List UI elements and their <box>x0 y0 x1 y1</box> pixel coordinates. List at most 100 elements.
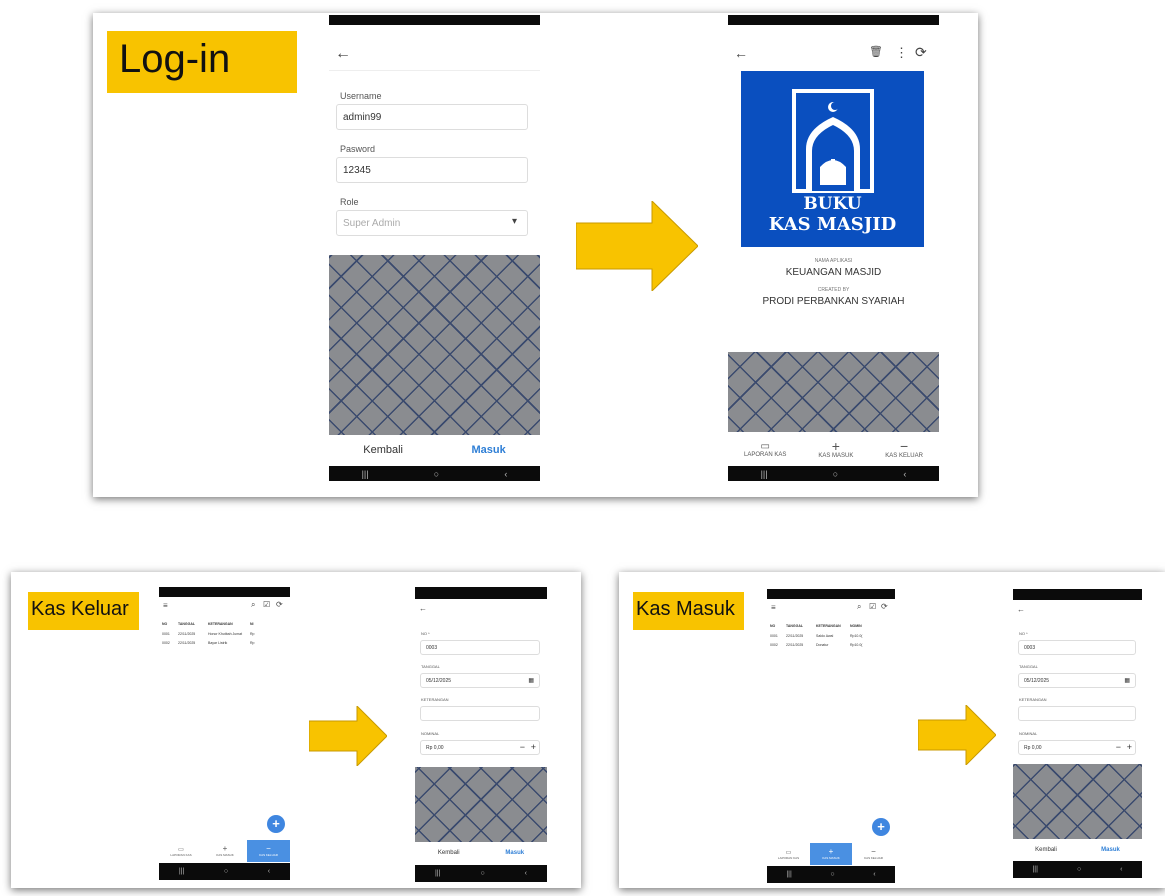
add-fab-button[interactable]: + <box>872 818 890 836</box>
add-fab-button[interactable]: + <box>267 815 285 833</box>
table-row[interactable]: 0002 22/11/2025 Donatur Rp10.0( <box>769 639 867 648</box>
tab-kas-masuk[interactable]: + KAS MASUK <box>818 439 853 459</box>
home-icon[interactable]: ○ <box>434 469 439 479</box>
minus-icon: − <box>266 844 271 853</box>
refresh-icon[interactable]: ⟳ <box>915 44 927 61</box>
tanggal-field[interactable]: 05/12/2025 ▦ <box>1018 673 1136 688</box>
search-icon[interactable]: ⌕ <box>251 600 255 610</box>
no-value: 0003 <box>426 645 438 651</box>
bottom-tab-bar: ▭ LAPORAN KAS + KAS MASUK − KAS KELUAR <box>767 843 895 865</box>
tab-kas-keluar[interactable]: − KAS KELUAR <box>247 840 290 862</box>
table-cell: 22/11/2025 <box>178 641 196 645</box>
divider <box>329 70 540 71</box>
android-nav-bar: ||| ○ ‹ <box>767 866 895 883</box>
table-row[interactable]: 0002 22/11/2025 Bayar Listrik Rp <box>161 637 261 646</box>
back-arrow-icon[interactable]: ← <box>419 604 427 613</box>
tanggal-value: 05/12/2025 <box>426 678 452 684</box>
nav-back-icon[interactable]: ‹ <box>873 871 875 878</box>
minus-icon[interactable]: − <box>520 742 525 752</box>
home-icon[interactable]: ○ <box>224 868 228 875</box>
back-arrow-icon[interactable]: ← <box>734 45 748 61</box>
table-row[interactable]: 0001 22/11/2025 Saldo Awal Rp10.0( <box>769 629 867 639</box>
tab-laporan-kas[interactable]: ▭ LAPORAN KAS <box>744 441 786 458</box>
trash-icon[interactable]: 🗑 <box>869 45 883 58</box>
table-cell: Honor Khutbah Jumat <box>208 632 243 636</box>
no-label: NO * <box>1019 631 1028 636</box>
minus-icon[interactable]: − <box>1116 742 1121 752</box>
back-arrow-icon[interactable]: ← <box>335 45 351 63</box>
nav-back-icon[interactable]: ‹ <box>268 868 270 875</box>
home-icon[interactable]: ○ <box>480 870 484 877</box>
tab-kas-masuk[interactable]: + KAS MASUK <box>810 843 852 865</box>
tab-label: KAS MASUK <box>216 853 234 857</box>
tab-kas-masuk[interactable]: + KAS MASUK <box>203 845 247 858</box>
tanggal-field[interactable]: 05/12/2025 ▦ <box>420 673 540 688</box>
no-field[interactable]: 0003 <box>420 640 540 655</box>
password-label: Pasword <box>340 144 376 154</box>
created-by-label: CREATED BY <box>817 287 850 293</box>
kas-keluar-list-screen: ≡ ⌕ ☑ ⟳ NO TANGGAL KETERANGAN NI 0001 22… <box>159 587 290 884</box>
nominal-label: NOMINAL <box>1019 731 1038 736</box>
status-bar <box>767 589 895 599</box>
kembali-button[interactable]: Kembali <box>363 444 403 456</box>
recent-apps-icon[interactable]: ||| <box>362 469 369 479</box>
home-icon[interactable]: ○ <box>833 469 838 479</box>
plus-icon[interactable]: + <box>531 742 536 752</box>
username-field[interactable]: admin99 <box>336 104 528 130</box>
home-icon[interactable]: ○ <box>830 871 834 878</box>
tab-laporan-kas[interactable]: ▭ LAPORAN KAS <box>767 849 810 860</box>
role-select[interactable]: Super Admin ▾ <box>336 210 528 236</box>
status-bar <box>1013 589 1142 600</box>
tab-laporan-kas[interactable]: ▭ LAPORAN KAS <box>159 846 203 857</box>
tanggal-label: TANGGAL <box>421 664 440 669</box>
tab-kas-keluar[interactable]: − KAS KELUAR <box>852 848 895 861</box>
back-arrow-icon[interactable]: ← <box>1017 605 1025 614</box>
nav-back-icon[interactable]: ‹ <box>504 469 507 479</box>
slide-title-text: Log-in <box>119 37 231 81</box>
recent-apps-icon[interactable]: ||| <box>179 868 184 875</box>
decorative-pattern <box>728 352 939 432</box>
masuk-button[interactable]: Masuk <box>505 850 524 856</box>
calendar-icon[interactable]: ▦ <box>528 677 534 684</box>
keterangan-field[interactable] <box>1018 706 1136 721</box>
refresh-icon[interactable]: ⟳ <box>881 602 888 611</box>
android-nav-bar: ||| ○ ‹ <box>1013 861 1142 878</box>
table-row[interactable]: 0001 22/11/2025 Honor Khutbah Jumat Rp <box>161 627 261 637</box>
calendar-icon[interactable]: ▦ <box>1124 677 1130 684</box>
table-cell: 0002 <box>770 643 778 647</box>
nominal-field[interactable]: Rp 0,00 − + <box>420 740 540 755</box>
refresh-icon[interactable]: ⟳ <box>276 600 283 609</box>
nav-back-icon[interactable]: ‹ <box>525 870 527 877</box>
tab-kas-keluar[interactable]: − KAS KELUAR <box>885 439 923 459</box>
username-value: admin99 <box>343 112 382 123</box>
no-field[interactable]: 0003 <box>1018 640 1136 655</box>
recent-apps-icon[interactable]: ||| <box>761 469 768 479</box>
menu-icon[interactable]: ≡ <box>163 601 168 610</box>
decorative-pattern <box>415 767 547 842</box>
checklist-icon[interactable]: ☑ <box>869 602 876 611</box>
nav-back-icon[interactable]: ‹ <box>903 469 906 479</box>
status-bar <box>329 15 540 25</box>
nominal-field[interactable]: Rp 0,00 − + <box>1018 740 1136 755</box>
recent-apps-icon[interactable]: ||| <box>435 870 440 877</box>
kembali-button[interactable]: Kembali <box>1035 847 1057 853</box>
nav-back-icon[interactable]: ‹ <box>1120 866 1122 873</box>
kembali-button[interactable]: Kembali <box>438 850 460 856</box>
plus-icon[interactable]: + <box>1127 742 1132 752</box>
password-field[interactable]: 12345 <box>336 157 528 183</box>
checklist-icon[interactable]: ☑ <box>263 600 270 609</box>
masuk-button[interactable]: Masuk <box>472 444 506 456</box>
more-icon[interactable]: ⋮ <box>895 45 908 61</box>
masuk-button[interactable]: Masuk <box>1101 847 1120 853</box>
created-by: PRODI PERBANKAN SYARIAH <box>762 296 905 307</box>
menu-icon[interactable]: ≡ <box>771 603 776 612</box>
recent-apps-icon[interactable]: ||| <box>786 871 791 878</box>
home-icon[interactable]: ○ <box>1077 866 1081 873</box>
search-icon[interactable]: ⌕ <box>857 602 861 612</box>
slide-title-text: Kas Keluar <box>31 598 129 620</box>
no-value: 0003 <box>1024 645 1036 651</box>
recent-apps-icon[interactable]: ||| <box>1032 866 1037 873</box>
keterangan-field[interactable] <box>420 706 540 721</box>
nominal-value: Rp 0,00 <box>1024 745 1042 751</box>
kas-masuk-slide: Kas Masuk ≡ ⌕ ☑ ⟳ NO TANGGAL KETERANGAN … <box>619 572 1165 888</box>
